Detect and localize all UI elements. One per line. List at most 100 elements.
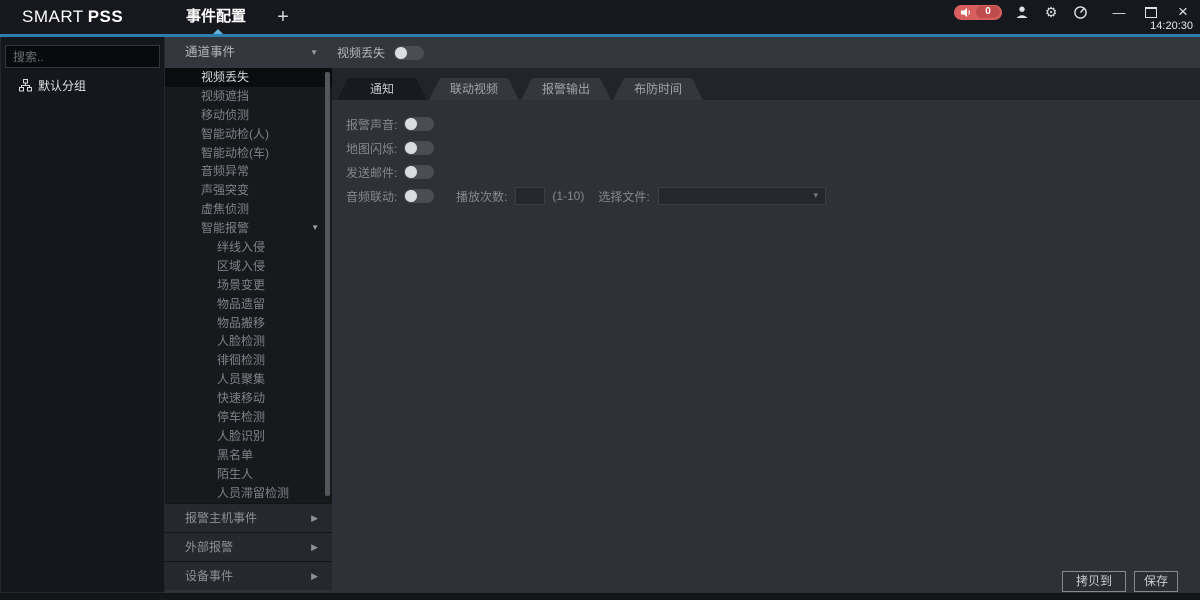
section-device-events[interactable]: 设备事件 ▶ bbox=[165, 561, 332, 590]
event-list-item[interactable]: 区域入侵 bbox=[165, 257, 332, 276]
event-list-item[interactable]: 徘徊检测 bbox=[165, 351, 332, 370]
list-scrollbar[interactable] bbox=[325, 72, 330, 496]
select-file-label: 选择文件: bbox=[598, 188, 649, 205]
app-logo: SMARTPSS bbox=[22, 7, 123, 27]
tab-alarm-output[interactable]: 报警输出 bbox=[521, 78, 611, 100]
event-item-label: 视频丢失 bbox=[201, 70, 249, 84]
event-list-item[interactable]: 人脸识别 bbox=[165, 427, 332, 446]
config-tabstrip: 通知 联动视频 报警输出 布防时间 bbox=[332, 68, 1200, 100]
toggle-knob bbox=[405, 118, 417, 130]
event-list-item[interactable]: 智能动检(人) bbox=[165, 125, 332, 144]
event-list-item[interactable]: 人员聚集 bbox=[165, 370, 332, 389]
event-item-label: 音频异常 bbox=[201, 164, 249, 178]
event-type-list: 视频丢失视频遮挡移动侦测智能动检(人)智能动检(车)音频异常声强突变虚焦侦测智能… bbox=[165, 68, 332, 503]
event-item-label: 黑名单 bbox=[217, 448, 253, 462]
toggle-knob bbox=[395, 47, 407, 59]
event-list-item[interactable]: 视频遮挡 bbox=[165, 87, 332, 106]
alarm-count-badge: 0 bbox=[976, 6, 1000, 18]
copy-to-button[interactable]: 拷贝到 bbox=[1062, 571, 1126, 592]
event-list-item[interactable]: 场景变更 bbox=[165, 276, 332, 295]
play-count-hint: (1-10) bbox=[552, 189, 584, 203]
event-list-item[interactable]: 物品搬移 bbox=[165, 314, 332, 333]
file-select[interactable]: ▼ bbox=[658, 187, 826, 205]
event-list-item[interactable]: 停车检测 bbox=[165, 408, 332, 427]
chevron-down-icon: ▼ bbox=[310, 37, 318, 68]
search-input[interactable] bbox=[6, 50, 172, 64]
tab-arming-schedule[interactable]: 布防时间 bbox=[613, 78, 703, 100]
event-list-item[interactable]: 智能报警 ▼ bbox=[165, 219, 332, 238]
event-name-label: 视频丢失 bbox=[337, 44, 385, 61]
tab-notification[interactable]: 通知 bbox=[337, 78, 427, 100]
event-list-item[interactable]: 人脸检测 bbox=[165, 332, 332, 351]
event-item-label: 移动侦测 bbox=[201, 108, 249, 122]
group-tree-icon bbox=[19, 79, 32, 92]
event-list-item[interactable]: 虚焦侦测 bbox=[165, 200, 332, 219]
gear-icon: ⚙ bbox=[1045, 4, 1058, 20]
add-tab-button[interactable]: + bbox=[270, 2, 296, 32]
toggle-knob bbox=[405, 166, 417, 178]
event-item-label: 区域入侵 bbox=[217, 259, 265, 273]
event-item-label: 人脸识别 bbox=[217, 429, 265, 443]
event-item-label: 人员聚集 bbox=[217, 372, 265, 386]
tab-linked-video[interactable]: 联动视频 bbox=[429, 78, 519, 100]
save-button[interactable]: 保存 bbox=[1134, 571, 1178, 592]
form-row-audio-link: 音频联动: 播放次数: (1-10) 选择文件: ▼ bbox=[346, 184, 826, 208]
section-alarm-host-events[interactable]: 报警主机事件 ▶ bbox=[165, 503, 332, 532]
play-count-input[interactable] bbox=[515, 187, 545, 205]
chevron-right-icon: ▶ bbox=[311, 533, 318, 562]
event-list-item[interactable]: 快速移动 bbox=[165, 389, 332, 408]
header-strip: 通道事件 ▼ 视频丢失 bbox=[165, 37, 1200, 68]
alarm-sound-toggle[interactable] bbox=[404, 117, 434, 131]
form-row-send-email: 发送邮件: bbox=[346, 160, 826, 184]
titlebar: SMARTPSS 事件配置 + 0 ⚙ bbox=[0, 0, 1200, 34]
sidebar-item-default-group[interactable]: 默认分组 bbox=[19, 77, 86, 94]
play-count-label: 播放次数: bbox=[456, 188, 507, 205]
event-item-label: 声强突变 bbox=[201, 183, 249, 197]
event-list-item[interactable]: 音频异常 bbox=[165, 162, 332, 181]
event-list-item[interactable]: 黑名单 bbox=[165, 446, 332, 465]
event-item-label: 徘徊检测 bbox=[217, 353, 265, 367]
event-item-label: 物品遗留 bbox=[217, 297, 265, 311]
event-list-item[interactable]: 移动侦测 bbox=[165, 106, 332, 125]
send-email-toggle[interactable] bbox=[404, 165, 434, 179]
event-list-item[interactable]: 绊线入侵 bbox=[165, 238, 332, 257]
event-item-label: 智能动检(人) bbox=[201, 127, 269, 141]
form-row-alarm-sound: 报警声音: bbox=[346, 112, 826, 136]
close-button[interactable]: × bbox=[1174, 4, 1192, 20]
event-item-label: 物品搬移 bbox=[217, 316, 265, 330]
maximize-icon bbox=[1145, 7, 1157, 18]
map-flash-toggle[interactable] bbox=[404, 141, 434, 155]
event-category-label: 通道事件 bbox=[185, 37, 235, 68]
event-list-item[interactable]: 声强突变 bbox=[165, 181, 332, 200]
audio-link-toggle[interactable] bbox=[404, 189, 434, 203]
event-item-label: 绊线入侵 bbox=[217, 240, 265, 254]
gauge-icon bbox=[1073, 5, 1088, 20]
performance-button[interactable] bbox=[1071, 4, 1089, 20]
group-label: 默认分组 bbox=[38, 77, 86, 94]
event-list-item[interactable]: 物品遗留 bbox=[165, 295, 332, 314]
toggle-knob bbox=[405, 190, 417, 202]
event-category-dropdown[interactable]: 通道事件 ▼ bbox=[165, 37, 332, 68]
smartpss-window: SMARTPSS 事件配置 + 0 ⚙ bbox=[0, 0, 1200, 600]
speaker-icon bbox=[961, 7, 972, 18]
event-list-item[interactable]: 人员滞留检测 bbox=[165, 484, 332, 503]
form-row-map-flash: 地图闪烁: bbox=[346, 136, 826, 160]
section-external-alarm[interactable]: 外部报警 ▶ bbox=[165, 532, 332, 561]
event-item-label: 人脸检测 bbox=[217, 334, 265, 348]
event-item-label: 智能报警 bbox=[201, 221, 249, 235]
event-list-item[interactable]: 陌生人 bbox=[165, 465, 332, 484]
event-list-item[interactable]: 智能动检(车) bbox=[165, 144, 332, 163]
bottom-strip bbox=[0, 593, 1200, 600]
settings-button[interactable]: ⚙ bbox=[1042, 4, 1060, 20]
minimize-button[interactable]: — bbox=[1110, 4, 1128, 20]
event-enable-toggle[interactable] bbox=[394, 46, 424, 60]
user-icon bbox=[1015, 5, 1029, 19]
alarm-indicator[interactable]: 0 bbox=[954, 5, 1002, 20]
expand-chevron-down-icon[interactable]: ▼ bbox=[311, 219, 319, 238]
event-item-label: 智能动检(车) bbox=[201, 146, 269, 160]
maximize-button[interactable] bbox=[1142, 4, 1160, 20]
event-item-label: 人员滞留检测 bbox=[217, 486, 289, 500]
event-list-item[interactable]: 视频丢失 bbox=[165, 68, 332, 87]
user-button[interactable] bbox=[1013, 4, 1031, 20]
event-item-label: 停车检测 bbox=[217, 410, 265, 424]
